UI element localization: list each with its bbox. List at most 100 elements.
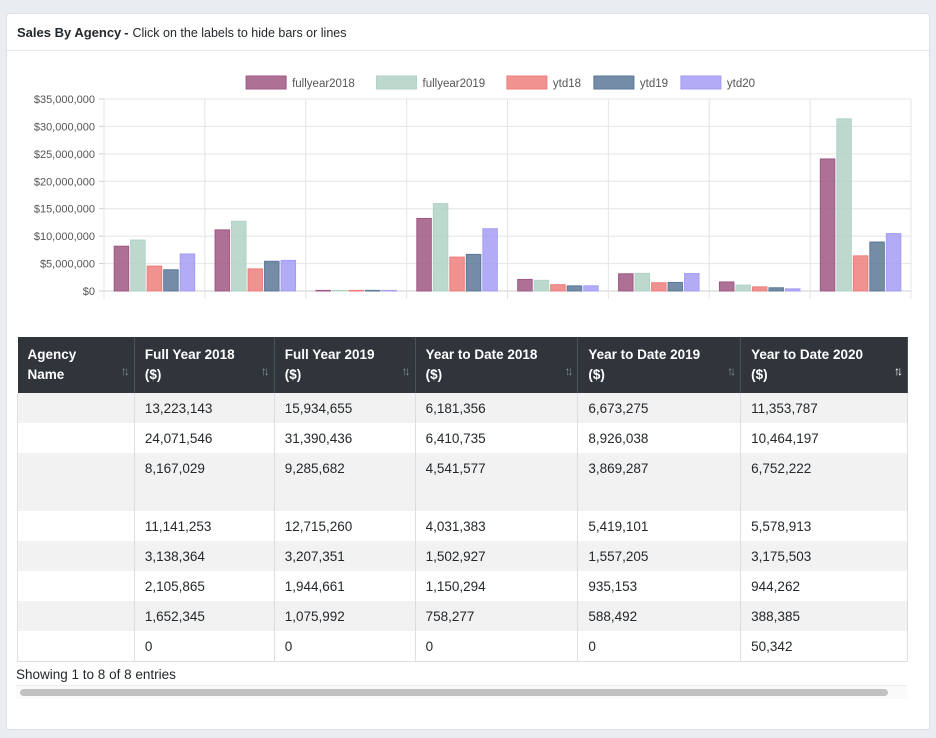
legend-item-ytd18[interactable]: ytd18 [506,75,581,90]
value-cell: 0 [274,631,416,662]
legend-label: ytd20 [727,78,755,90]
bar-ytd20 [684,273,700,292]
value-cell: 11,353,787 [740,393,908,423]
sort-icon[interactable]: ↑↓ [727,361,736,381]
column-header-unit: ($) [144,367,162,382]
column-header-6[interactable]: Year to Date 2020 ($) ↑↓ [740,337,908,393]
bar-ytd19 [667,281,684,292]
bar-fullyear2019 [836,118,852,292]
bar-ytd20 [784,288,801,292]
value-cell: 3,869,287 [577,453,742,511]
table-row: 8,167,029 9,285,682 4,541,577 3,869,287 6,75… [17,453,908,511]
bar-ytd18 [146,265,163,292]
column-header-1[interactable]: Agency Name ↑↓ [17,337,135,393]
horizontal-scrollbar[interactable] [16,685,907,699]
legend-swatch [506,75,548,90]
legend-swatch [593,75,635,90]
column-header-4[interactable]: Year to Date 2018 ($) ↑↓ [415,337,579,393]
sort-icon[interactable]: ↑↓ [121,361,130,381]
legend-item-fullyear2019[interactable]: fullyear2019 [376,75,486,90]
sort-icon[interactable]: ↑↓ [564,361,573,381]
agency-name-cell [17,453,135,511]
column-header-unit: ($) [284,367,302,382]
sort-icon[interactable]: ↑↓ [261,361,270,381]
bar-fullyear2019 [533,279,550,292]
bar-fullyear2018 [819,158,836,292]
bar-fullyear2018 [315,289,331,292]
value-cell: 758,277 [415,601,579,631]
column-header-title: Year to Date 2018 [425,347,538,362]
y-tick-label: $15,000,000 [34,204,95,216]
value-cell: 3,207,351 [274,541,416,571]
value-cell: 2,105,865 [134,571,275,601]
value-cell: 1,557,205 [577,541,742,571]
column-header-title: Full Year 2019 [284,347,375,362]
table-row: 11,141,253 12,715,260 4,031,383 5,419,101 5,… [17,511,908,541]
bar-fullyear2018 [618,273,634,292]
column-header-2[interactable]: Full Year 2018 ($) ↑↓ [134,337,275,393]
bar-ytd20 [381,289,397,292]
bar-fullyear2019 [634,272,651,292]
bar-fullyear2018 [113,245,130,292]
agency-name-cell [17,541,135,571]
column-header-3[interactable]: Full Year 2019 ($) ↑↓ [274,337,416,393]
legend-item-ytd19[interactable]: ytd19 [593,75,668,90]
value-cell: 11,141,253 [134,511,275,541]
legend-item-ytd20[interactable]: ytd20 [680,75,755,90]
legend-label: fullyear2018 [292,78,355,90]
legend-item-fullyear2018[interactable]: fullyear2018 [245,75,355,90]
bar-ytd19 [264,260,280,292]
bar-ytd20 [482,228,498,292]
agency-name-cell [17,571,135,601]
bar-fullyear2018 [416,217,432,292]
value-cell: 6,181,356 [415,393,579,423]
agency-name-cell [17,511,135,541]
scrollbar-thumb[interactable] [20,689,888,696]
value-cell: 5,419,101 [577,511,742,541]
bar-ytd20 [179,253,196,292]
sort-icon[interactable]: ↑↓ [894,361,903,381]
sort-icon[interactable]: ↑↓ [402,361,411,381]
bar-ytd19 [566,285,583,292]
value-cell: 6,410,735 [415,423,579,453]
y-tick-label: $20,000,000 [34,176,95,188]
value-cell: 13,223,143 [134,393,275,423]
bar-fullyear2018 [214,229,231,292]
bar-ytd18 [348,289,364,292]
column-header-unit: Name [27,367,65,382]
bar-ytd20 [885,233,902,292]
column-header-unit: ($) [588,367,605,382]
value-cell: 1,502,927 [415,541,579,571]
table-row: 1,652,345 1,075,992 758,277 588,492 388,385 [17,601,908,631]
value-cell: 4,541,577 [415,453,579,511]
bar-ytd18 [852,255,869,292]
bar-ytd19 [768,287,784,292]
table-header: Agency Name ↑↓ Full Year 2018 ($) ↑↓ Full Year… [17,337,908,393]
value-cell: 6,752,222 [740,453,908,511]
sales-bar-chart: fullyear2018 fullyear2019 ytd18 ytd19 ytd20 … [34,75,912,299]
y-tick-label: $35,000,000 [34,94,95,106]
table-info: Showing 1 to 8 of 8 entries [16,667,176,682]
bar-ytd20 [280,259,297,292]
bar-fullyear2019 [231,220,247,292]
legend-label: ytd19 [640,78,668,90]
bar-ytd19 [163,269,179,292]
chart-legend[interactable]: fullyear2018 fullyear2019 ytd18 ytd19 ytd20 [245,75,755,90]
column-header-title: Agency [27,347,77,362]
legend-swatch [245,75,287,90]
value-cell: 1,075,992 [274,601,416,631]
value-cell: 0 [415,631,579,662]
agency-sales-table: Agency Name ↑↓ Full Year 2018 ($) ↑↓ Full Year… [17,337,908,662]
bar-ytd18 [550,284,566,292]
table-row: 13,223,143 15,934,655 6,181,356 6,673,275 11… [17,393,908,423]
y-tick-label: $0 [83,286,95,298]
agency-name-cell [17,601,135,631]
value-cell: 388,385 [740,601,908,631]
bar-ytd18 [247,268,264,292]
bar-fullyear2019 [735,284,751,292]
value-cell: 50,342 [740,631,908,662]
value-cell: 8,167,029 [134,453,275,511]
table-row: 0 0 0 0 50,342 [17,631,908,662]
column-header-5[interactable]: Year to Date 2019 ($) ↑↓ [577,337,742,393]
bar-ytd19 [364,289,381,292]
